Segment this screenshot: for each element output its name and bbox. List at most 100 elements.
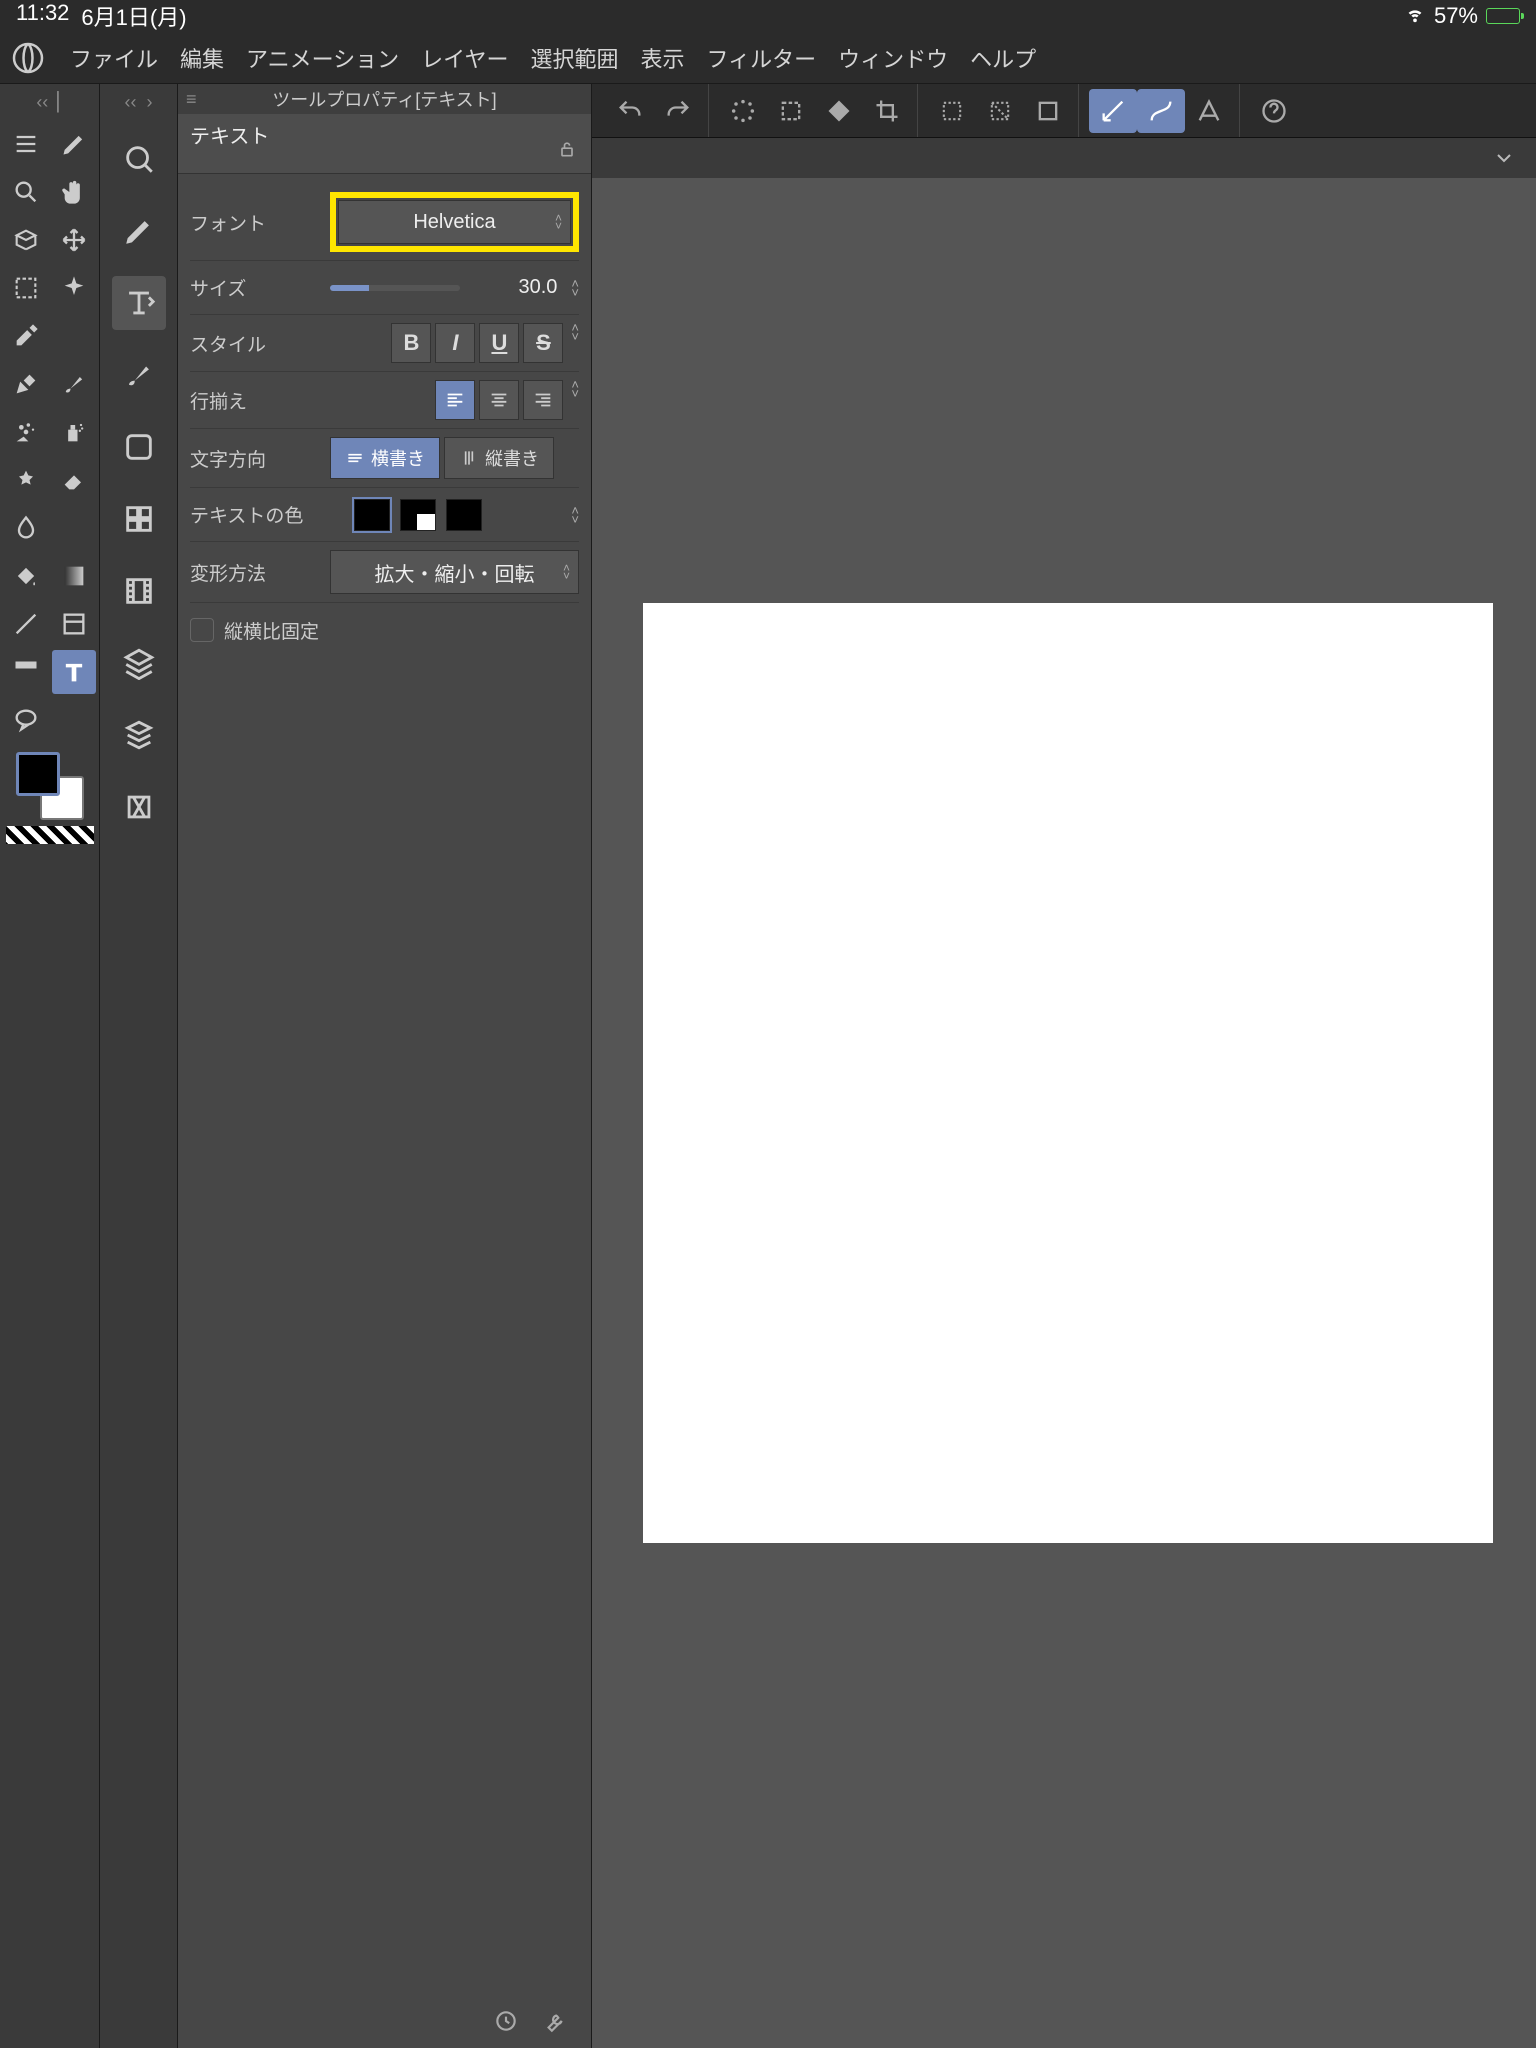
menu-icon[interactable] [4, 122, 48, 166]
transform-dropdown[interactable]: 拡大・縮小・回転 ˄˅ [330, 550, 579, 594]
chevron-down-icon[interactable] [1492, 146, 1516, 170]
snap-arrow-icon[interactable] [1089, 89, 1137, 133]
marquee-icon[interactable] [4, 266, 48, 310]
align-right-button[interactable] [523, 380, 563, 420]
text-color-main[interactable] [354, 499, 390, 531]
solid-rect-icon[interactable] [1024, 89, 1072, 133]
subtool-layers-icon[interactable] [112, 636, 166, 690]
menu-selection[interactable]: 選択範囲 [531, 42, 619, 74]
fill-icon[interactable] [4, 554, 48, 598]
lock-icon[interactable] [557, 139, 577, 165]
loading-icon[interactable] [719, 89, 767, 133]
row-aspect: 縦横比固定 [190, 603, 579, 657]
menu-filter[interactable]: フィルター [707, 42, 817, 74]
hand-icon[interactable] [52, 170, 96, 214]
ruler-icon[interactable] [4, 650, 48, 694]
subtool-grid-icon[interactable] [112, 492, 166, 546]
panel-title-bar[interactable]: ≡ ツールプロパティ[テキスト] [178, 84, 591, 114]
wrench-icon[interactable] [541, 2008, 567, 2039]
menu-layer[interactable]: レイヤー [421, 42, 508, 74]
highlight-annotation: Helvetica ˄˅ [330, 192, 579, 252]
help-icon[interactable] [1250, 89, 1298, 133]
subtool-trash-icon[interactable] [112, 780, 166, 834]
subtool-film-icon[interactable] [112, 564, 166, 618]
blend-icon[interactable] [4, 506, 48, 550]
menu-view[interactable]: 表示 [641, 42, 685, 74]
subtool-pen-icon[interactable] [112, 204, 166, 258]
status-bar: 11:32 6月1日(月) 57% [0, 0, 1536, 32]
menu-help[interactable]: ヘルプ [970, 42, 1036, 74]
aspect-checkbox[interactable] [190, 618, 214, 642]
italic-button[interactable]: I [435, 323, 475, 363]
battery-icon [1486, 8, 1520, 24]
canvas[interactable] [643, 603, 1493, 1543]
align-spinner-icon[interactable]: ˄˅ [571, 380, 579, 420]
align-left-button[interactable] [435, 380, 475, 420]
marquee-dashed-icon[interactable] [767, 89, 815, 133]
chevron-updown-icon: ˄˅ [555, 214, 562, 230]
subtool-shape-icon[interactable] [112, 420, 166, 474]
spinner-icon[interactable]: ˄˅ [571, 279, 579, 297]
decorate-icon[interactable] [4, 458, 48, 502]
menu-window[interactable]: ウィンドウ [838, 42, 948, 74]
magnify-icon[interactable] [4, 170, 48, 214]
brush-icon[interactable] [52, 362, 96, 406]
pen2-icon[interactable] [4, 362, 48, 406]
menu-edit[interactable]: 編集 [180, 42, 224, 74]
move-icon[interactable] [52, 218, 96, 262]
dashed-rect2-icon[interactable] [976, 89, 1024, 133]
snap-curve-icon[interactable] [1137, 89, 1185, 133]
underline-button[interactable]: U [479, 323, 519, 363]
foreground-color-swatch[interactable] [16, 752, 60, 796]
eyedropper-icon[interactable] [4, 314, 48, 358]
crop-icon[interactable] [863, 89, 911, 133]
subtool-stack-icon[interactable] [112, 708, 166, 762]
text-color-third[interactable] [446, 499, 482, 531]
app-logo-icon[interactable] [8, 38, 48, 78]
subtool-text-icon[interactable] [112, 276, 166, 330]
hamburger-icon[interactable]: ≡ [186, 89, 197, 110]
strike-button[interactable]: S [523, 323, 563, 363]
direction-horizontal-button[interactable]: 横書き [330, 437, 440, 479]
font-dropdown[interactable]: Helvetica ˄˅ [338, 200, 571, 244]
frame-icon[interactable] [52, 602, 96, 646]
collapse-row[interactable] [592, 138, 1536, 178]
canvas-zone[interactable] [592, 178, 1536, 2048]
balloon-icon[interactable] [4, 698, 48, 742]
redo-button[interactable] [654, 89, 702, 133]
reset-icon[interactable] [493, 2008, 519, 2039]
color-spinner-icon[interactable]: ˄˅ [571, 506, 579, 524]
row-style: スタイル B I U S ˄˅ [190, 315, 579, 372]
toolbox-handle[interactable]: ‹‹ ⎮ [36, 90, 62, 114]
top-toolbar [592, 84, 1536, 138]
bold-button[interactable]: B [391, 323, 431, 363]
airbrush-icon[interactable] [4, 410, 48, 454]
3d-icon[interactable] [4, 218, 48, 262]
style-spinner-icon[interactable]: ˄˅ [571, 323, 579, 363]
color-swatches[interactable] [16, 752, 84, 820]
sub-tool-handle[interactable]: ‹‹ › [125, 90, 153, 114]
text-tool-icon[interactable] [52, 650, 96, 694]
transparency-swatch[interactable] [6, 826, 94, 844]
size-value[interactable]: 30.0 [518, 276, 557, 299]
subtool-search-icon[interactable] [112, 132, 166, 186]
gradient-icon[interactable] [52, 554, 96, 598]
correct-icon[interactable] [52, 698, 96, 742]
align-center-button[interactable] [479, 380, 519, 420]
pen-icon[interactable] [52, 122, 96, 166]
snap-perspective-icon[interactable] [1185, 89, 1233, 133]
undo-button[interactable] [606, 89, 654, 133]
dashed-rect-icon[interactable] [928, 89, 976, 133]
row-text-color: テキストの色 ˄˅ [190, 488, 579, 542]
line-icon[interactable] [4, 602, 48, 646]
size-slider[interactable] [330, 285, 460, 291]
direction-vertical-button[interactable]: 縦書き [444, 437, 554, 479]
eraser-icon[interactable] [52, 458, 96, 502]
menu-animation[interactable]: アニメーション [246, 42, 399, 74]
subtool-brush-icon[interactable] [112, 348, 166, 402]
diamond-icon[interactable] [815, 89, 863, 133]
spray-icon[interactable] [52, 410, 96, 454]
menu-file[interactable]: ファイル [70, 42, 158, 74]
sparkle-icon[interactable] [52, 266, 96, 310]
text-color-sub[interactable] [400, 499, 436, 531]
